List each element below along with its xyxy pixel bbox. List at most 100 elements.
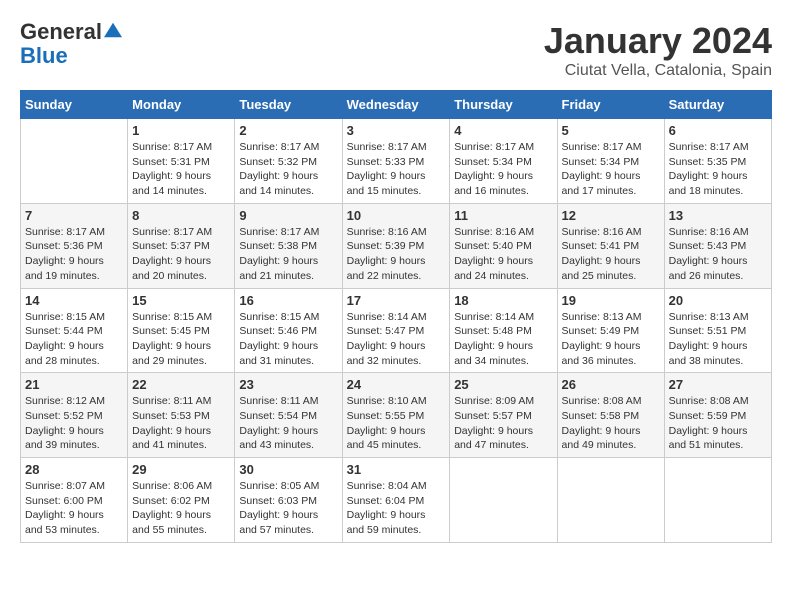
calendar-cell: 17 Sunrise: 8:14 AM Sunset: 5:47 PM Dayli… [342, 288, 450, 373]
cell-info: Sunrise: 8:12 AM Sunset: 5:52 PM Dayligh… [25, 394, 123, 453]
day-number: 5 [562, 123, 660, 138]
logo: General Blue [20, 20, 122, 68]
day-number: 19 [562, 293, 660, 308]
cell-info: Sunrise: 8:15 AM Sunset: 5:44 PM Dayligh… [25, 310, 123, 369]
calendar-cell: 16 Sunrise: 8:15 AM Sunset: 5:46 PM Dayli… [235, 288, 342, 373]
day-number: 30 [239, 462, 337, 477]
location: Ciutat Vella, Catalonia, Spain [544, 62, 772, 80]
weekday-header: Thursday [450, 91, 557, 119]
calendar-cell: 25 Sunrise: 8:09 AM Sunset: 5:57 PM Dayli… [450, 373, 557, 458]
cell-info: Sunrise: 8:08 AM Sunset: 5:59 PM Dayligh… [669, 394, 767, 453]
calendar-cell [450, 458, 557, 543]
calendar-cell: 26 Sunrise: 8:08 AM Sunset: 5:58 PM Dayli… [557, 373, 664, 458]
day-number: 20 [669, 293, 767, 308]
day-number: 14 [25, 293, 123, 308]
cell-info: Sunrise: 8:07 AM Sunset: 6:00 PM Dayligh… [25, 479, 123, 538]
calendar-cell: 1 Sunrise: 8:17 AM Sunset: 5:31 PM Daylig… [128, 119, 235, 204]
calendar-cell: 15 Sunrise: 8:15 AM Sunset: 5:45 PM Dayli… [128, 288, 235, 373]
calendar-cell: 18 Sunrise: 8:14 AM Sunset: 5:48 PM Dayli… [450, 288, 557, 373]
weekday-header: Tuesday [235, 91, 342, 119]
calendar-cell: 13 Sunrise: 8:16 AM Sunset: 5:43 PM Dayli… [664, 203, 771, 288]
day-number: 26 [562, 377, 660, 392]
cell-info: Sunrise: 8:10 AM Sunset: 5:55 PM Dayligh… [347, 394, 446, 453]
calendar-cell [557, 458, 664, 543]
day-number: 27 [669, 377, 767, 392]
calendar-cell: 6Sunrise: 8:17 AM Sunset: 5:35 PM Daylig… [664, 119, 771, 204]
cell-info: Sunrise: 8:15 AM Sunset: 5:46 PM Dayligh… [239, 310, 337, 369]
cell-info: Sunrise: 8:08 AM Sunset: 5:58 PM Dayligh… [562, 394, 660, 453]
cell-info: Sunrise: 8:16 AM Sunset: 5:41 PM Dayligh… [562, 225, 660, 284]
day-number: 9 [239, 208, 337, 223]
day-number: 2 [239, 123, 337, 138]
calendar-cell: 24 Sunrise: 8:10 AM Sunset: 5:55 PM Dayli… [342, 373, 450, 458]
calendar-cell: 19Sunrise: 8:13 AM Sunset: 5:49 PM Dayli… [557, 288, 664, 373]
calendar-cell: 2Sunrise: 8:17 AM Sunset: 5:32 PM Daylig… [235, 119, 342, 204]
day-number: 13 [669, 208, 767, 223]
logo-blue: Blue [20, 43, 68, 68]
calendar-cell: 23Sunrise: 8:11 AM Sunset: 5:54 PM Dayli… [235, 373, 342, 458]
calendar-cell: 10Sunrise: 8:16 AM Sunset: 5:39 PM Dayli… [342, 203, 450, 288]
day-number: 23 [239, 377, 337, 392]
cell-info: Sunrise: 8:17 AM Sunset: 5:36 PM Dayligh… [25, 225, 123, 284]
day-number: 6 [669, 123, 767, 138]
day-number: 16 [239, 293, 337, 308]
cell-info: Sunrise: 8:16 AM Sunset: 5:39 PM Dayligh… [347, 225, 446, 284]
cell-info: Sunrise: 8:15 AM Sunset: 5:45 PM Dayligh… [132, 310, 230, 369]
day-number: 3 [347, 123, 446, 138]
weekday-header-row: SundayMondayTuesdayWednesdayThursdayFrid… [21, 91, 772, 119]
cell-info: Sunrise: 8:05 AM Sunset: 6:03 PM Dayligh… [239, 479, 337, 538]
day-number: 21 [25, 377, 123, 392]
month-title: January 2024 [544, 20, 772, 62]
calendar-cell: 8Sunrise: 8:17 AM Sunset: 5:37 PM Daylig… [128, 203, 235, 288]
calendar-cell: 31 Sunrise: 8:04 AM Sunset: 6:04 PM Dayli… [342, 458, 450, 543]
calendar-cell: 9 Sunrise: 8:17 AM Sunset: 5:38 PM Daylig… [235, 203, 342, 288]
day-number: 22 [132, 377, 230, 392]
weekday-header: Wednesday [342, 91, 450, 119]
calendar-cell: 5 Sunrise: 8:17 AM Sunset: 5:34 PM Daylig… [557, 119, 664, 204]
calendar-cell [21, 119, 128, 204]
day-number: 31 [347, 462, 446, 477]
day-number: 12 [562, 208, 660, 223]
calendar-cell: 11 Sunrise: 8:16 AM Sunset: 5:40 PM Dayli… [450, 203, 557, 288]
day-number: 29 [132, 462, 230, 477]
cell-info: Sunrise: 8:17 AM Sunset: 5:31 PM Dayligh… [132, 140, 230, 199]
cell-info: Sunrise: 8:17 AM Sunset: 5:34 PM Dayligh… [454, 140, 552, 199]
calendar-cell: 4Sunrise: 8:17 AM Sunset: 5:34 PM Daylig… [450, 119, 557, 204]
cell-info: Sunrise: 8:14 AM Sunset: 5:48 PM Dayligh… [454, 310, 552, 369]
calendar-cell: 20 Sunrise: 8:13 AM Sunset: 5:51 PM Dayli… [664, 288, 771, 373]
calendar-cell: 22Sunrise: 8:11 AM Sunset: 5:53 PM Dayli… [128, 373, 235, 458]
calendar-week-row: 21 Sunrise: 8:12 AM Sunset: 5:52 PM Dayli… [21, 373, 772, 458]
cell-info: Sunrise: 8:09 AM Sunset: 5:57 PM Dayligh… [454, 394, 552, 453]
cell-info: Sunrise: 8:04 AM Sunset: 6:04 PM Dayligh… [347, 479, 446, 538]
calendar-cell: 14 Sunrise: 8:15 AM Sunset: 5:44 PM Dayli… [21, 288, 128, 373]
calendar-cell: 7 Sunrise: 8:17 AM Sunset: 5:36 PM Daylig… [21, 203, 128, 288]
day-number: 1 [132, 123, 230, 138]
cell-info: Sunrise: 8:17 AM Sunset: 5:33 PM Dayligh… [347, 140, 446, 199]
cell-info: Sunrise: 8:16 AM Sunset: 5:43 PM Dayligh… [669, 225, 767, 284]
title-block: January 2024 Ciutat Vella, Catalonia, Sp… [544, 20, 772, 80]
cell-info: Sunrise: 8:14 AM Sunset: 5:47 PM Dayligh… [347, 310, 446, 369]
calendar-table: SundayMondayTuesdayWednesdayThursdayFrid… [20, 90, 772, 543]
cell-info: Sunrise: 8:16 AM Sunset: 5:40 PM Dayligh… [454, 225, 552, 284]
calendar-cell: 29 Sunrise: 8:06 AM Sunset: 6:02 PM Dayli… [128, 458, 235, 543]
calendar-cell: 30 Sunrise: 8:05 AM Sunset: 6:03 PM Dayli… [235, 458, 342, 543]
cell-info: Sunrise: 8:17 AM Sunset: 5:34 PM Dayligh… [562, 140, 660, 199]
cell-info: Sunrise: 8:17 AM Sunset: 5:38 PM Dayligh… [239, 225, 337, 284]
calendar-cell: 27 Sunrise: 8:08 AM Sunset: 5:59 PM Dayli… [664, 373, 771, 458]
weekday-header: Saturday [664, 91, 771, 119]
day-number: 18 [454, 293, 552, 308]
day-number: 15 [132, 293, 230, 308]
weekday-header: Friday [557, 91, 664, 119]
weekday-header: Sunday [21, 91, 128, 119]
day-number: 7 [25, 208, 123, 223]
day-number: 24 [347, 377, 446, 392]
day-number: 8 [132, 208, 230, 223]
cell-info: Sunrise: 8:06 AM Sunset: 6:02 PM Dayligh… [132, 479, 230, 538]
day-number: 25 [454, 377, 552, 392]
calendar-week-row: 1 Sunrise: 8:17 AM Sunset: 5:31 PM Daylig… [21, 119, 772, 204]
day-number: 17 [347, 293, 446, 308]
day-number: 11 [454, 208, 552, 223]
cell-info: Sunrise: 8:13 AM Sunset: 5:51 PM Dayligh… [669, 310, 767, 369]
day-number: 28 [25, 462, 123, 477]
calendar-cell: 28 Sunrise: 8:07 AM Sunset: 6:00 PM Dayli… [21, 458, 128, 543]
